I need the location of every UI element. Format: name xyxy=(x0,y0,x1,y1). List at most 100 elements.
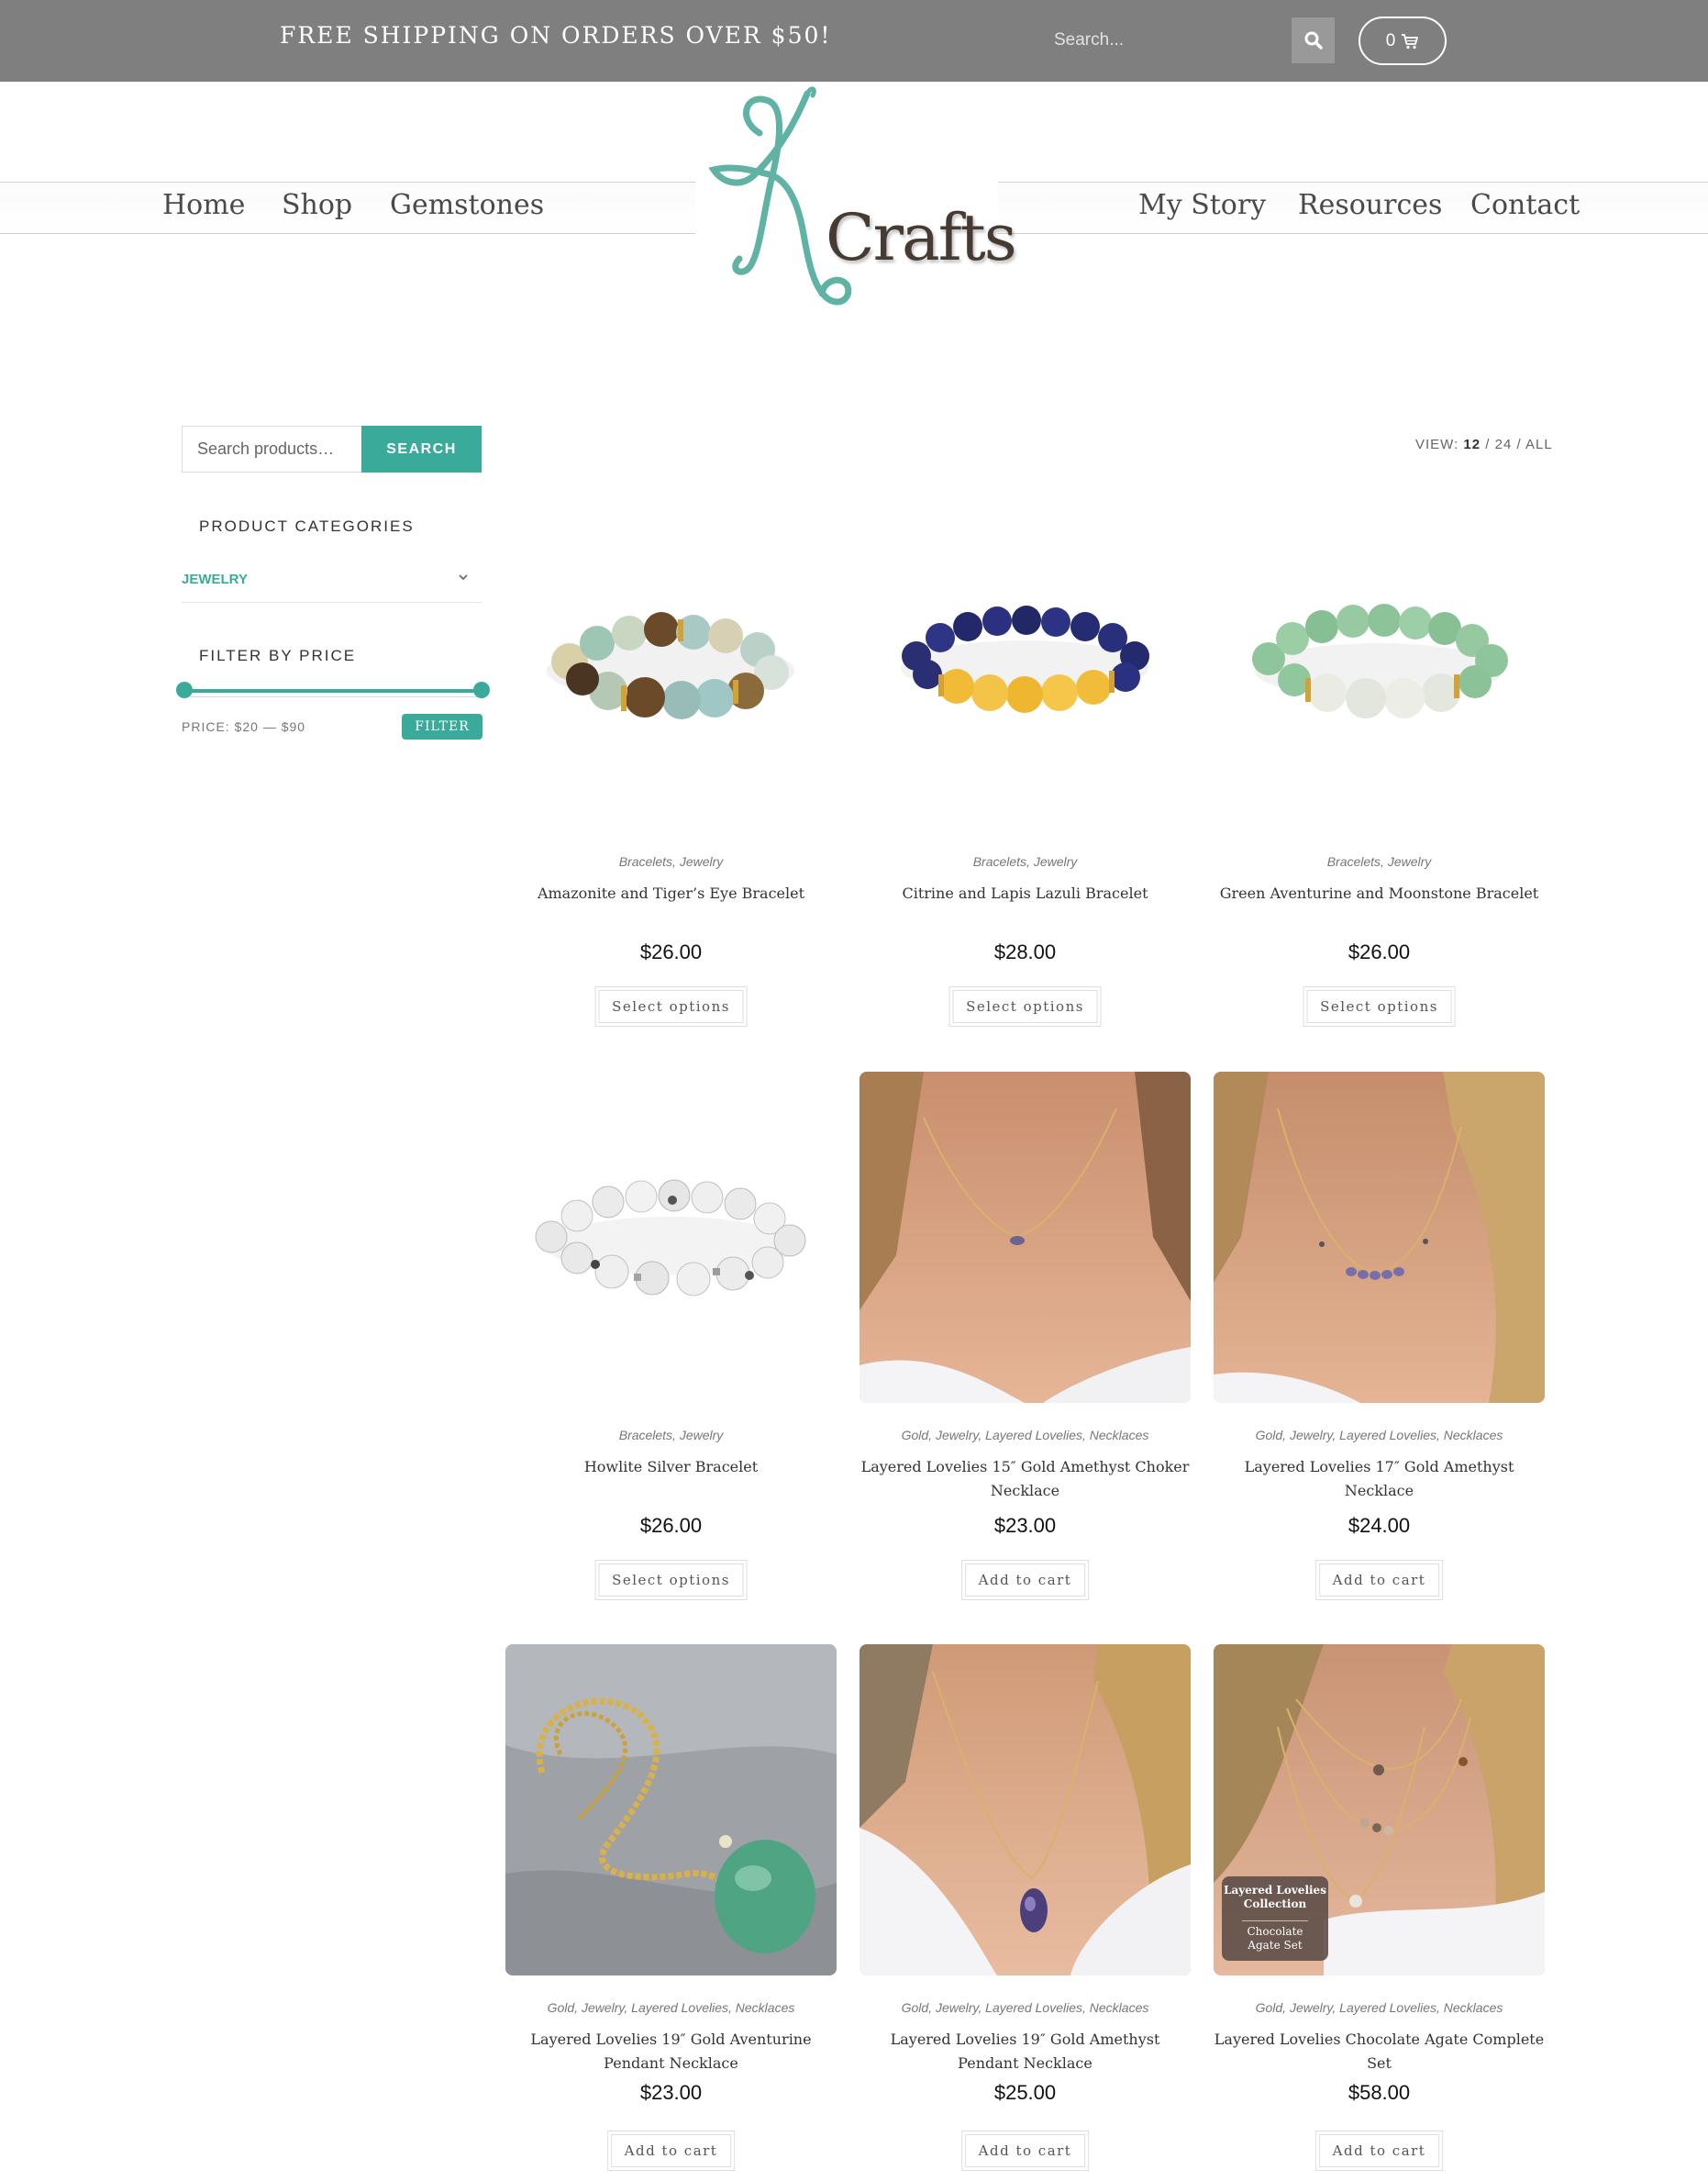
site-logo[interactable]: Crafts xyxy=(695,83,1017,330)
product-categories[interactable]: Bracelets, Jewelry xyxy=(860,854,1191,869)
product-title[interactable]: Howlite Silver Bracelet xyxy=(505,1455,837,1479)
product-image[interactable] xyxy=(505,1072,837,1403)
product-categories-title: PRODUCT CATEGORIES xyxy=(199,517,415,535)
chevron-down-icon[interactable] xyxy=(458,572,469,583)
product-categories[interactable]: Bracelets, Jewelry xyxy=(505,854,837,869)
necklace-photo xyxy=(505,1644,837,1975)
price-slider-min-handle[interactable] xyxy=(176,682,193,698)
nav-shop[interactable]: Shop xyxy=(282,189,352,221)
badge-set-name: Chocolate Agate Set xyxy=(1242,1920,1308,1953)
product-card: Gold, Jewelry, Layered Lovelies, Necklac… xyxy=(1214,1072,1545,1600)
site-search-input[interactable] xyxy=(1039,17,1292,63)
add-to-cart-button[interactable]: Add to cart xyxy=(606,2131,736,2171)
product-categories[interactable]: Bracelets, Jewelry xyxy=(505,1428,837,1442)
product-card: Gold, Jewelry, Layered Lovelies, Necklac… xyxy=(860,1072,1191,1600)
product-search-button[interactable]: SEARCH xyxy=(361,426,482,473)
product-categories[interactable]: Gold, Jewelry, Layered Lovelies, Necklac… xyxy=(860,2000,1191,2015)
view-separator: / xyxy=(1516,437,1522,452)
top-bar: FREE SHIPPING ON ORDERS OVER $50! 0 xyxy=(0,0,1708,82)
add-to-cart-button[interactable]: Add to cart xyxy=(1314,2131,1444,2171)
select-options-button[interactable]: Select options xyxy=(948,986,1102,1027)
view-label: VIEW: xyxy=(1415,437,1459,452)
product-price: $28.00 xyxy=(993,940,1057,963)
product-image[interactable] xyxy=(505,1644,837,1975)
bracelet-image xyxy=(535,1179,806,1296)
product-image[interactable]: Layered Lovelies Collection Chocolate Ag… xyxy=(1214,1644,1545,1975)
filter-button[interactable]: FILTER xyxy=(402,714,482,740)
bracelet-image xyxy=(901,606,1149,713)
cart-count: 0 xyxy=(1385,30,1396,50)
select-options-button[interactable]: Select options xyxy=(1303,986,1456,1027)
filter-by-price-title: FILTER BY PRICE xyxy=(199,647,357,664)
product-card: Bracelets, Jewelry Howlite Silver Bracel… xyxy=(505,1072,837,1600)
product-title[interactable]: Layered Lovelies 19″ Gold Amethyst Penda… xyxy=(860,2028,1191,2075)
view-option-all[interactable]: ALL xyxy=(1525,437,1553,452)
product-categories[interactable]: Bracelets, Jewelry xyxy=(1214,854,1545,869)
product-categories[interactable]: Gold, Jewelry, Layered Lovelies, Necklac… xyxy=(860,1428,1191,1442)
site-search-button[interactable] xyxy=(1292,17,1335,63)
badge-collection-name: Layered Lovelies Collection xyxy=(1224,1884,1326,1910)
bracelet-image xyxy=(1252,604,1508,718)
select-options-button[interactable]: Select options xyxy=(594,986,748,1027)
view-per-page: VIEW: 12 / 24 / ALL xyxy=(1415,437,1553,452)
product-title[interactable]: Layered Lovelies 19″ Gold Aventurine Pen… xyxy=(505,2028,837,2075)
product-title[interactable]: Layered Lovelies 17″ Gold Amethyst Neckl… xyxy=(1214,1455,1545,1503)
logo-wordmark: Crafts xyxy=(826,200,1017,275)
product-card: Layered Lovelies Collection Chocolate Ag… xyxy=(1214,1644,1545,2171)
product-categories[interactable]: Gold, Jewelry, Layered Lovelies, Necklac… xyxy=(1214,2000,1545,2015)
nav-contact[interactable]: Contact xyxy=(1470,189,1580,221)
price-range-label: PRICE: $20 — $90 xyxy=(182,719,306,734)
nav-my-story[interactable]: My Story xyxy=(1138,189,1266,221)
view-separator: / xyxy=(1485,437,1491,452)
free-shipping-banner: FREE SHIPPING ON ORDERS OVER $50! xyxy=(280,22,832,49)
product-card: Bracelets, Jewelry Citrine and Lapis Laz… xyxy=(860,498,1191,1027)
product-card: Bracelets, Jewelry Amazonite and Tiger’s… xyxy=(505,498,837,1027)
product-title[interactable]: Amazonite and Tiger’s Eye Bracelet xyxy=(505,882,837,906)
nav-resources[interactable]: Resources xyxy=(1298,189,1442,221)
add-to-cart-button[interactable]: Add to cart xyxy=(1314,1560,1444,1600)
product-image[interactable] xyxy=(860,1072,1191,1403)
product-price: $26.00 xyxy=(639,940,703,963)
product-image[interactable] xyxy=(860,1644,1191,1975)
product-image[interactable] xyxy=(860,498,1191,829)
product-image[interactable] xyxy=(505,498,837,829)
category-label: JEWELRY xyxy=(182,572,248,587)
product-categories[interactable]: Gold, Jewelry, Layered Lovelies, Necklac… xyxy=(1214,1428,1545,1442)
category-item-jewelry[interactable]: JEWELRY xyxy=(182,564,482,603)
product-card: Gold, Jewelry, Layered Lovelies, Necklac… xyxy=(505,1644,837,2171)
price-slider-max-handle[interactable] xyxy=(473,682,490,698)
product-search-input[interactable] xyxy=(182,426,362,473)
cart-button[interactable]: 0 xyxy=(1359,17,1447,65)
product-price: $23.00 xyxy=(639,2081,703,2104)
view-option-24[interactable]: 24 xyxy=(1495,437,1513,452)
product-price: $26.00 xyxy=(1348,940,1411,963)
product-price: $23.00 xyxy=(993,1514,1057,1537)
price-slider-rail xyxy=(191,696,482,697)
cart-icon xyxy=(1402,33,1419,49)
product-card: Gold, Jewelry, Layered Lovelies, Necklac… xyxy=(860,1644,1191,2171)
view-option-12[interactable]: 12 xyxy=(1463,437,1481,452)
product-title[interactable]: Layered Lovelies Chocolate Agate Complet… xyxy=(1214,2028,1545,2075)
add-to-cart-button[interactable]: Add to cart xyxy=(960,2131,1090,2171)
product-title[interactable]: Layered Lovelies 15″ Gold Amethyst Choke… xyxy=(860,1455,1191,1503)
necklace-photo xyxy=(860,1644,1191,1975)
product-categories[interactable]: Gold, Jewelry, Layered Lovelies, Necklac… xyxy=(505,2000,837,2015)
nav-home[interactable]: Home xyxy=(162,189,245,221)
product-price: $58.00 xyxy=(1348,2081,1411,2104)
product-image[interactable] xyxy=(1214,498,1545,829)
product-price: $25.00 xyxy=(993,2081,1057,2104)
necklace-photo xyxy=(860,1072,1191,1403)
add-to-cart-button[interactable]: Add to cart xyxy=(960,1560,1090,1600)
price-slider-range xyxy=(183,689,481,693)
select-options-button[interactable]: Select options xyxy=(594,1560,748,1600)
product-image[interactable] xyxy=(1214,1072,1545,1403)
product-title[interactable]: Green Aventurine and Moonstone Bracelet xyxy=(1214,882,1545,906)
bracelet-image xyxy=(547,612,794,719)
search-icon xyxy=(1304,31,1323,50)
collection-badge: Layered Lovelies Collection Chocolate Ag… xyxy=(1222,1876,1328,1961)
product-price: $24.00 xyxy=(1348,1514,1411,1537)
nav-gemstones[interactable]: Gemstones xyxy=(390,189,544,221)
product-card: Bracelets, Jewelry Green Aventurine and … xyxy=(1214,498,1545,1027)
product-title[interactable]: Citrine and Lapis Lazuli Bracelet xyxy=(860,882,1191,906)
product-price: $26.00 xyxy=(639,1514,703,1537)
